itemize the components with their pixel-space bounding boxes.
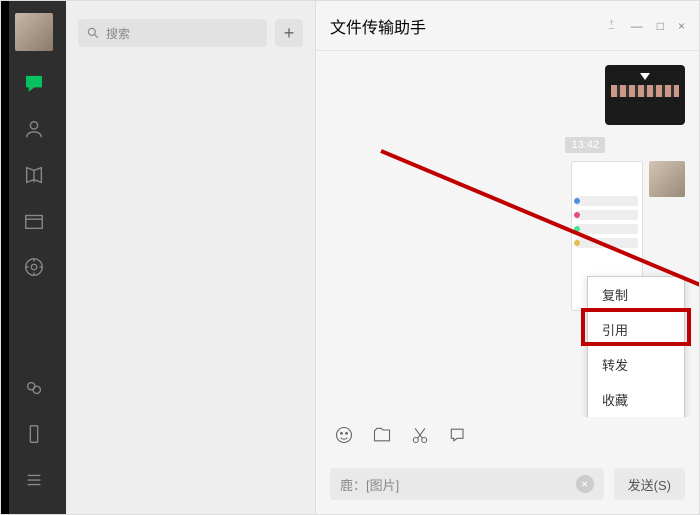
- chat-title: 文件传输助手: [330, 14, 426, 38]
- pin-button[interactable]: [606, 19, 617, 33]
- search-placeholder: 搜索: [106, 25, 130, 42]
- send-button[interactable]: 发送(S): [614, 468, 685, 500]
- input-toolbar: [316, 417, 699, 458]
- clear-input-icon[interactable]: ×: [576, 475, 594, 493]
- emoji-icon[interactable]: [334, 425, 354, 450]
- user-avatar[interactable]: [15, 13, 53, 51]
- input-quote-text: 鹿：[图片]: [340, 475, 399, 494]
- menu-icon[interactable]: [20, 466, 48, 494]
- chat-panel: 文件传输助手 — □ × 13:42: [316, 1, 699, 514]
- files-icon[interactable]: [20, 207, 48, 235]
- sender-avatar[interactable]: [649, 161, 685, 197]
- window-controls: — □ ×: [606, 19, 685, 33]
- search-input[interactable]: 搜索: [78, 19, 267, 47]
- context-menu: 复制 引用 转发 收藏 编辑 多选 另存为... 删除: [587, 276, 685, 417]
- favorites-icon[interactable]: [20, 161, 48, 189]
- close-button[interactable]: ×: [678, 19, 685, 33]
- miniprogram-icon[interactable]: [20, 374, 48, 402]
- ctx-quote[interactable]: 引用: [588, 312, 684, 347]
- file-icon[interactable]: [372, 425, 392, 450]
- phone-icon[interactable]: [20, 420, 48, 448]
- ctx-forward[interactable]: 转发: [588, 347, 684, 382]
- ctx-favorite[interactable]: 收藏: [588, 382, 684, 417]
- message-image-1[interactable]: [605, 65, 685, 125]
- new-chat-button[interactable]: +: [275, 19, 303, 47]
- discover-icon[interactable]: [20, 253, 48, 281]
- timestamp: 13:42: [565, 137, 605, 153]
- chat-icon[interactable]: [20, 69, 48, 97]
- contacts-icon[interactable]: [20, 115, 48, 143]
- message-input[interactable]: 鹿：[图片] ×: [330, 468, 604, 500]
- sidebar: [1, 1, 66, 514]
- conversation-panel: 搜索 +: [66, 1, 316, 514]
- messages-area: 13:42 复制 引用 转发 收藏 编辑 多选 另存为... 删除: [316, 51, 699, 417]
- maximize-button[interactable]: □: [657, 19, 664, 33]
- minimize-button[interactable]: —: [631, 19, 643, 33]
- history-icon[interactable]: [448, 425, 468, 450]
- cut-icon[interactable]: [410, 425, 430, 450]
- ctx-copy[interactable]: 复制: [588, 277, 684, 312]
